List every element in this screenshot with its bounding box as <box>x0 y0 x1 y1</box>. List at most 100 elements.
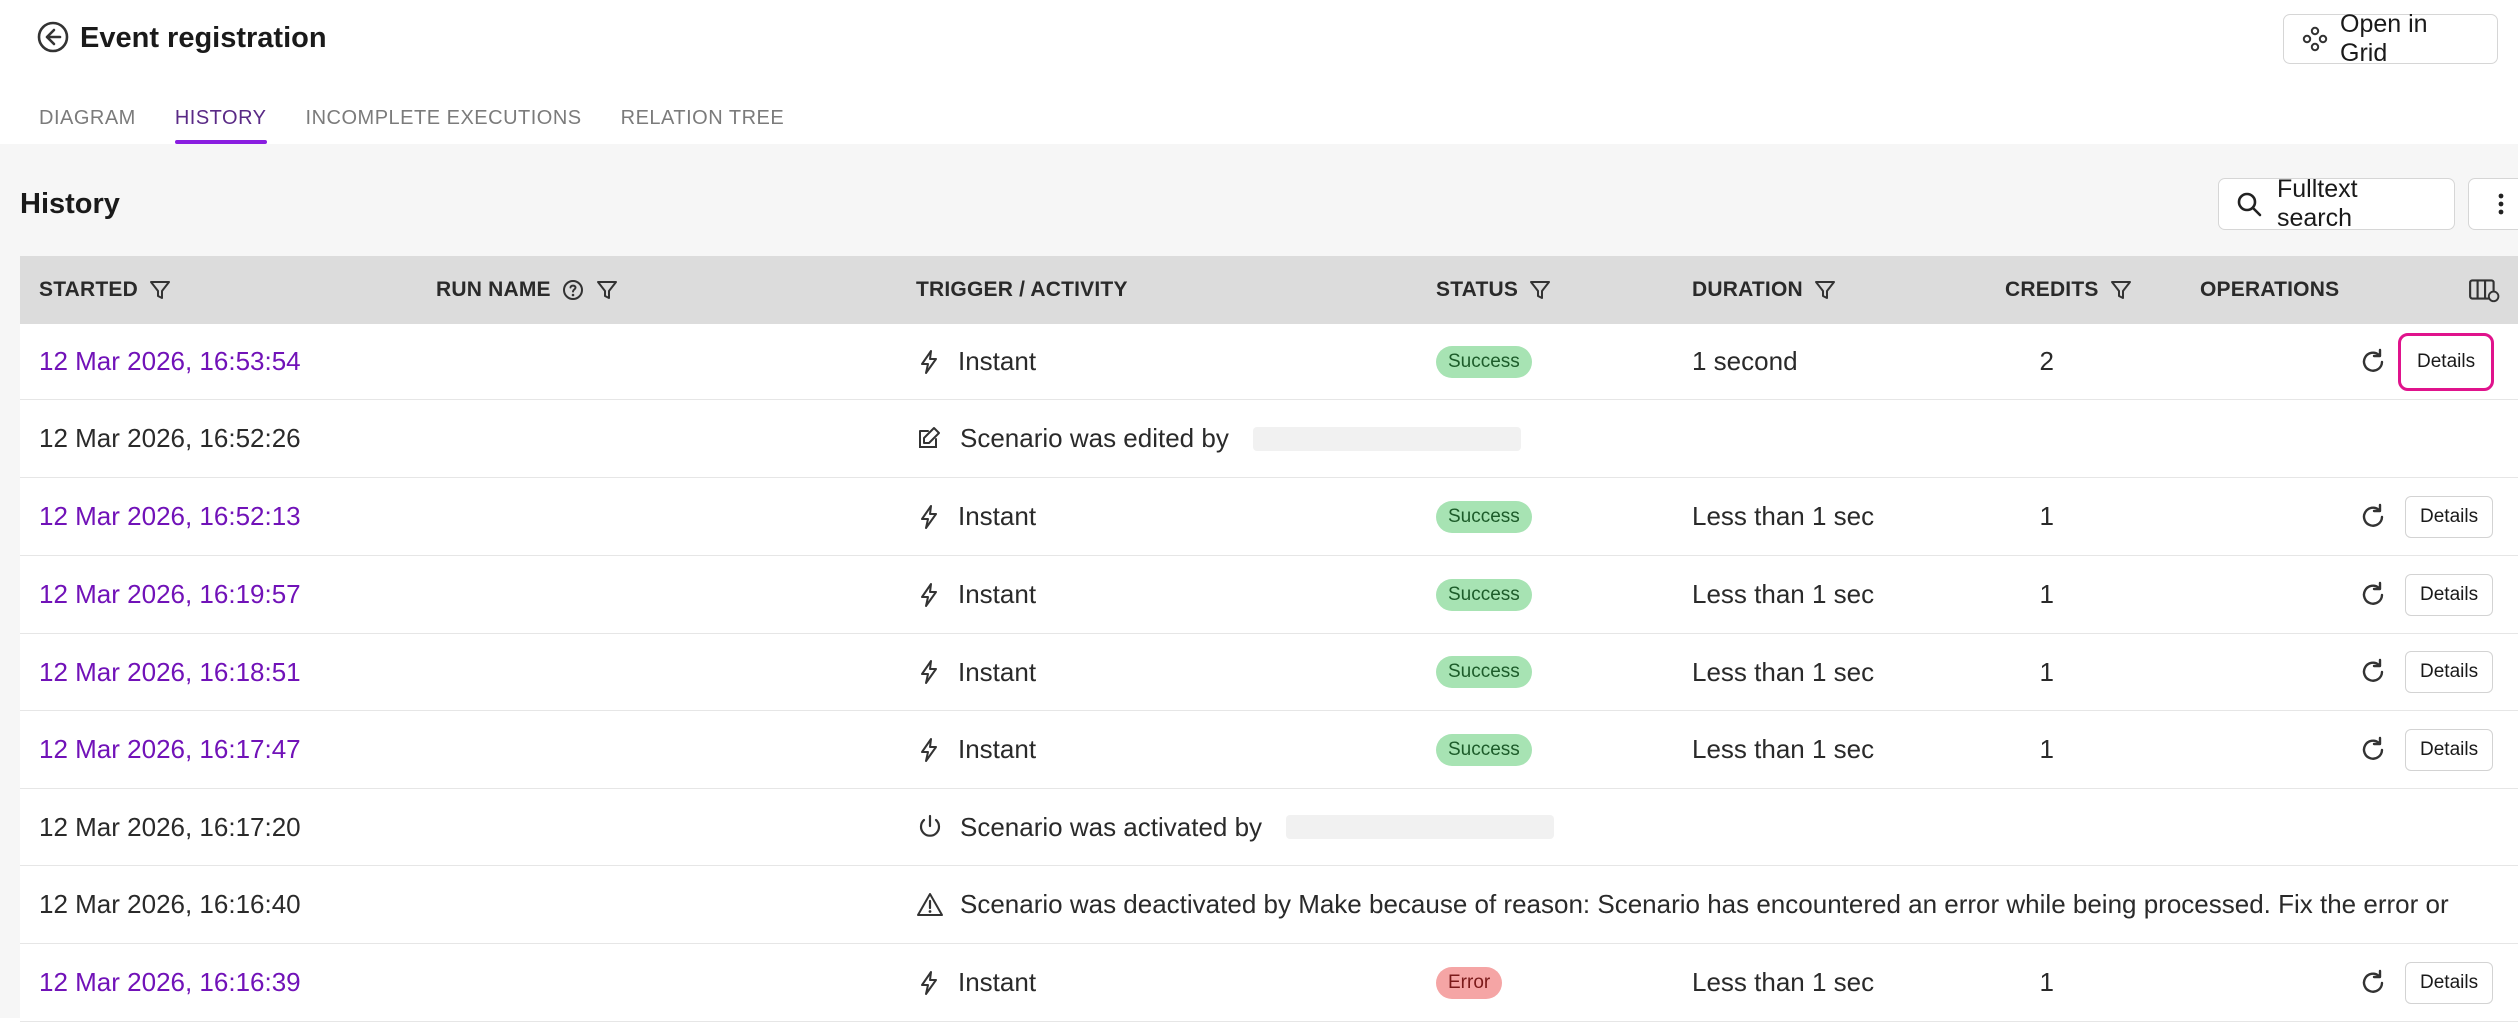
duration-cell: Less than 1 sec <box>1692 734 1875 764</box>
status-badge: Success <box>1436 345 1532 378</box>
credits-cell: 2 <box>2039 346 2054 376</box>
filter-icon[interactable] <box>2109 278 2133 302</box>
details-button[interactable]: Details <box>2405 961 2494 1004</box>
redacted-user-name <box>1252 426 1521 451</box>
details-cell: Details <box>2405 634 2494 710</box>
bolt-icon <box>921 582 937 607</box>
retry-button[interactable] <box>2360 556 2388 633</box>
retry-button[interactable] <box>2360 324 2388 399</box>
retry-icon <box>2362 658 2384 682</box>
column-operations: OPERATIONS <box>2200 256 2339 324</box>
filter-icon[interactable] <box>595 278 619 302</box>
table-row[interactable]: 12 Mar 2026, 16:52:13 Instant Success Les… <box>20 478 2518 556</box>
table-header: STARTED RUN NAME TRIGGER / ACTIVITY STAT… <box>20 256 2518 324</box>
open-in-grid-label: Open in Grid <box>2340 10 2428 67</box>
trigger-label: Instant <box>958 501 1037 531</box>
trigger-cell: Instant <box>916 944 1036 1021</box>
started-time-link[interactable]: 12 Mar 2026, 16:53:54 <box>39 324 301 399</box>
duration-cell: Less than 1 sec <box>1692 579 1875 609</box>
retry-button[interactable] <box>2360 944 2388 1021</box>
filter-icon[interactable] <box>1813 278 1837 302</box>
bolt-icon <box>921 970 937 995</box>
activity-text: Scenario was edited by <box>960 423 1229 453</box>
table-row[interactable]: 12 Mar 2026, 16:18:51 Instant Success Les… <box>20 634 2518 711</box>
retry-button[interactable] <box>2360 478 2388 555</box>
bolt-icon <box>921 349 937 374</box>
table-body: 12 Mar 2026, 16:53:54 Instant Success 1 s… <box>20 324 2518 1022</box>
filter-icon[interactable] <box>148 278 172 302</box>
help-icon[interactable] <box>561 278 585 302</box>
details-button[interactable]: Details <box>2405 573 2494 616</box>
trigger-cell: Instant <box>916 324 1036 399</box>
power-icon <box>919 814 941 837</box>
more-options-button[interactable] <box>2468 178 2518 230</box>
tab-incomplete-executions[interactable]: INCOMPLETE EXECUTIONS <box>306 100 582 144</box>
details-button[interactable]: Details <box>2405 495 2494 538</box>
status-cell: Success <box>1436 556 1532 633</box>
status-cell: Success <box>1436 634 1532 710</box>
fulltext-search-button[interactable]: Fulltext search <box>2218 175 2455 232</box>
column-started: STARTED <box>39 256 172 324</box>
credits-cell: 1 <box>2039 734 2054 764</box>
started-time-link[interactable]: 12 Mar 2026, 16:17:47 <box>39 711 301 788</box>
started-time-link[interactable]: 12 Mar 2026, 16:52:13 <box>39 478 301 555</box>
column-settings-icon <box>2469 279 2500 303</box>
started-time-link[interactable]: 12 Mar 2026, 16:16:39 <box>39 944 301 1021</box>
details-cell: Details <box>2405 944 2494 1021</box>
activity-cell: Scenario was activated by <box>916 789 1555 865</box>
duration-cell: Less than 1 sec <box>1692 656 1875 687</box>
tab-bar: DIAGRAM HISTORY INCOMPLETE EXECUTIONS RE… <box>39 100 823 144</box>
column-trigger: TRIGGER / ACTIVITY <box>916 256 1128 324</box>
retry-button[interactable] <box>2360 711 2388 788</box>
credits-cell: 1 <box>2039 579 2054 609</box>
column-run-name-label: RUN NAME <box>436 278 551 301</box>
table-row[interactable]: 12 Mar 2026, 16:16:40 Scenario was deact… <box>20 866 2518 944</box>
status-cell: Success <box>1436 478 1532 555</box>
table-row[interactable]: 12 Mar 2026, 16:19:57 Instant Success Les… <box>20 556 2518 634</box>
retry-button[interactable] <box>2360 634 2388 710</box>
details-cell: Details <box>2398 324 2495 399</box>
credits-cell: 1 <box>2039 501 2054 531</box>
trigger-label: Instant <box>958 346 1037 376</box>
tab-relation-tree[interactable]: RELATION TREE <box>621 100 785 144</box>
back-arrow-icon[interactable] <box>36 20 70 54</box>
details-button[interactable]: Details <box>2405 728 2494 771</box>
filter-icon[interactable] <box>1528 278 1552 302</box>
details-button[interactable]: Details <box>2405 651 2494 693</box>
history-table: STARTED RUN NAME TRIGGER / ACTIVITY STAT… <box>20 256 2518 1022</box>
column-settings[interactable] <box>2468 256 2500 324</box>
table-row[interactable]: 12 Mar 2026, 16:17:47 Instant Success Les… <box>20 711 2518 789</box>
column-run-name: RUN NAME <box>436 256 619 324</box>
search-icon <box>2237 192 2262 217</box>
top-header: Event registration Open in Grid DIAGRAM … <box>0 0 2518 144</box>
section-title: History <box>20 188 120 220</box>
trigger-label: Instant <box>958 734 1037 764</box>
activity-text: Scenario was deactivated by Make because… <box>960 889 2449 919</box>
page-title: Event registration <box>80 22 327 54</box>
status-badge: Error <box>1436 966 1503 999</box>
activity-cell: Scenario was deactivated by Make because… <box>916 866 2449 943</box>
started-time: 12 Mar 2026, 16:16:40 <box>39 889 301 919</box>
edit-icon <box>919 426 940 448</box>
activity-text: Scenario was activated by <box>960 811 1263 842</box>
table-row[interactable]: 12 Mar 2026, 16:16:39 Instant Error Less … <box>20 944 2518 1022</box>
column-started-label: STARTED <box>39 278 139 301</box>
trigger-cell: Instant <box>916 711 1036 788</box>
column-status-label: STATUS <box>1436 278 1519 301</box>
duration-cell: Less than 1 sec <box>1692 501 1875 531</box>
column-operations-label: OPERATIONS <box>2200 278 2340 301</box>
status-cell: Success <box>1436 711 1532 788</box>
table-row[interactable]: 12 Mar 2026, 16:17:20 Scenario was activ… <box>20 789 2518 866</box>
table-row[interactable]: 12 Mar 2026, 16:52:26 Scenario was edite… <box>20 400 2518 478</box>
column-credits: CREDITS <box>2005 256 2133 324</box>
tab-diagram[interactable]: DIAGRAM <box>39 100 136 144</box>
tab-history[interactable]: HISTORY <box>174 100 267 144</box>
bolt-icon <box>921 660 937 684</box>
open-in-grid-button[interactable]: Open in Grid <box>2283 10 2498 67</box>
details-button[interactable]: Details <box>2398 332 2495 391</box>
retry-icon <box>2362 348 2384 372</box>
table-row[interactable]: 12 Mar 2026, 16:53:54 Instant Success 1 s… <box>20 324 2518 400</box>
started-time-link[interactable]: 12 Mar 2026, 16:18:51 <box>39 634 301 710</box>
started-time-link[interactable]: 12 Mar 2026, 16:19:57 <box>39 556 301 633</box>
grid-nodes-icon <box>2302 26 2328 52</box>
